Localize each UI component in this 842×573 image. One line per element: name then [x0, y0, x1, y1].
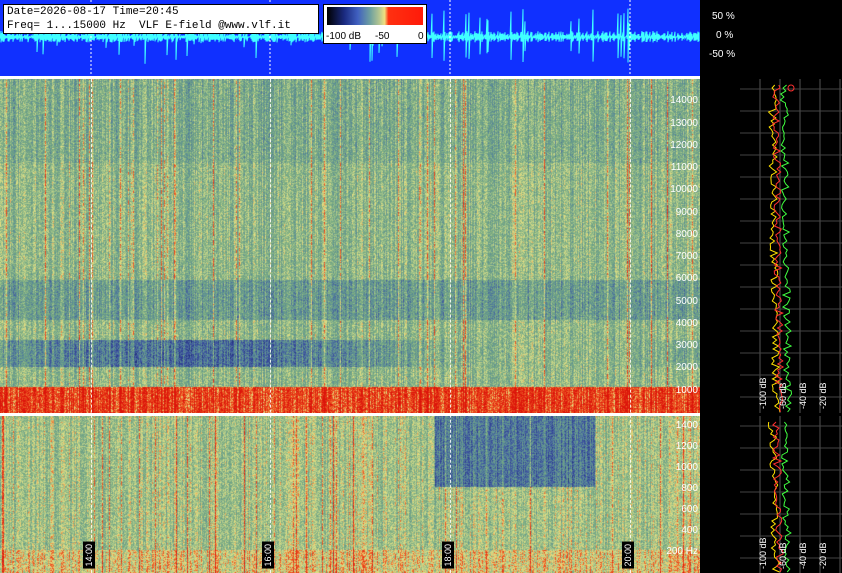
time-label: 14:00 [83, 542, 95, 569]
freq-tick-label-low: 600 [681, 504, 698, 516]
profile-db-label: -100 dB [758, 377, 768, 409]
colorbar-label-min: -100 dB [326, 31, 362, 42]
time-label: 20:00 [622, 542, 634, 569]
freq-tick-label-low: 1000 [675, 462, 698, 474]
frequency-range-text: Freq= 1...15000 Hz VLF E-field @www.vlf.… [7, 20, 291, 32]
freq-tick-label-high: 5000 [675, 295, 698, 307]
spectrogram-low-band [0, 416, 700, 573]
time-marker-line [91, 79, 92, 573]
waveform-label-neg50: -50 % [709, 49, 736, 60]
waveform-label-0: 0 % [716, 30, 734, 41]
freq-tick-label-high: 4000 [675, 317, 698, 329]
spectrogram-high-canvas [0, 79, 700, 413]
freq-tick-label-high: 10000 [670, 184, 698, 196]
profile-db-label: -20 dB [818, 542, 828, 569]
spectrum-profile-low: -100 dB -60 dB -40 dB -20 dB [700, 416, 842, 573]
time-label: 18:00 [442, 542, 454, 569]
freq-tick-label-high: 7000 [675, 251, 698, 263]
freq-tick-label-low: 1400 [675, 420, 698, 432]
spectrogram-high-band [0, 79, 700, 413]
profile-db-label: -40 dB [798, 382, 808, 409]
colorbar-gradient [327, 7, 423, 25]
vlf-spectrogram-window: Date=2026-08-17 Time=20:45 Freq= 1...1500… [0, 0, 842, 573]
colorbar-label-mid: -50 [375, 31, 390, 42]
profile-db-label: -60 dB [778, 542, 788, 569]
info-box: Date=2026-08-17 Time=20:45 Freq= 1...1500… [3, 4, 319, 34]
freq-tick-label-low: 800 [681, 483, 698, 495]
freq-tick-label-high: 3000 [675, 340, 698, 352]
time-marker-line [450, 79, 451, 573]
colorbar-legend: -100 dB -50 0 [323, 4, 427, 44]
profile-db-label: -40 dB [798, 542, 808, 569]
freq-tick-label-high: 8000 [675, 228, 698, 240]
spectrum-profile-high-plot: -100 dB -60 dB -40 dB -20 dB [740, 79, 842, 413]
profile-marker [787, 84, 795, 92]
freq-tick-label-high: 12000 [670, 139, 698, 151]
time-marker-line [630, 79, 631, 573]
profile-db-label: -100 dB [758, 537, 768, 569]
freq-tick-label-high: 1000 [675, 384, 698, 396]
freq-tick-label-low: 200 Hz [666, 546, 698, 558]
waveform-label-50: 50 % [712, 11, 735, 22]
freq-tick-label-high: 9000 [675, 206, 698, 218]
profile-db-label: -20 dB [818, 382, 828, 409]
freq-tick-label-high: 13000 [670, 117, 698, 129]
profile-trace [771, 84, 785, 413]
freq-tick-label-low: 1200 [675, 441, 698, 453]
date-time-text: Date=2026-08-17 Time=20:45 [7, 6, 179, 18]
freq-tick-label-high: 14000 [670, 95, 698, 107]
freq-tick-label-high: 11000 [670, 162, 698, 174]
freq-tick-label-low: 400 [681, 525, 698, 537]
waveform-panel: Date=2026-08-17 Time=20:45 Freq= 1...1500… [0, 0, 700, 76]
spectrum-profile-low-plot: -100 dB -60 dB -40 dB -20 dB [740, 416, 842, 573]
colorbar-label-max: 0 [418, 31, 424, 42]
freq-tick-label-high: 2000 [675, 362, 698, 374]
time-label: 16:00 [262, 542, 274, 569]
spectrogram-low-canvas [0, 416, 700, 573]
profile-trace [779, 84, 793, 413]
spectrum-profile-high: -100 dB -60 dB -40 dB -20 dB [700, 79, 842, 413]
profile-db-label: -60 dB [778, 382, 788, 409]
freq-tick-label-high: 6000 [675, 273, 698, 285]
time-marker-line [270, 79, 271, 573]
